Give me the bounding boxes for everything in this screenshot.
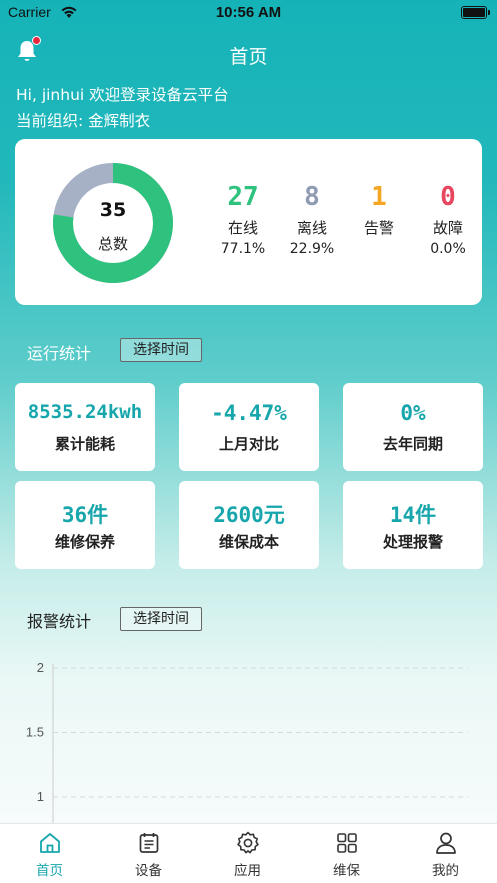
clock: 10:56 AM [215,4,282,21]
metric-card-year-compare[interactable]: 0% 去年同期 [343,383,483,471]
battery-icon [461,6,490,19]
stat-online[interactable]: 27 在线 77.1% [208,181,278,263]
tab-label: 首页 [36,863,63,879]
device-icon [139,833,158,853]
bottom-tab-bar: 首页 设备 应用 维保 我的 [0,823,497,883]
alarm-chart: 2 1.5 1 [0,650,497,825]
header: 首页 [0,36,497,72]
total-label: 总数 [97,235,128,253]
fault-count: 0 [440,182,456,212]
alarm-stats-select-time-button[interactable]: 选择时间 [120,607,202,631]
online-count: 27 [227,182,259,212]
metric-card-energy[interactable]: 8535.24kwh 累计能耗 [15,383,155,471]
metric-value: 14件 [389,503,437,527]
run-stats-title: 运行统计 [27,344,92,363]
welcome-text: Hi, jinhui 欢迎登录设备云平台 [16,86,229,104]
online-label: 在线 [227,219,258,237]
tab-label: 应用 [234,863,261,879]
alarm-count: 1 [371,182,387,212]
grid-icon [336,833,357,853]
metric-value: 8535.24kwh [27,401,143,423]
alarm-percent [344,241,414,263]
metric-value: 2600元 [213,503,285,527]
tab-label: 设备 [135,863,162,879]
alarm-label: 告警 [363,219,394,237]
page-title: 首页 [229,46,268,68]
tab-label: 我的 [432,863,459,879]
metric-card-maintenance-cost[interactable]: 2600元 维保成本 [179,481,319,569]
metric-label: 累计能耗 [54,435,115,453]
tab-maintenance[interactable]: 维保 [297,830,396,879]
stat-offline[interactable]: 8 离线 22.9% [277,181,347,263]
current-org: 当前组织: 金辉制衣 [16,112,151,130]
user-icon [435,832,456,854]
metric-card-maintenance[interactable]: 36件 维修保养 [15,481,155,569]
stat-fault[interactable]: 0 故障 0.0% [413,181,483,263]
alarm-stats-title: 报警统计 [27,612,92,631]
run-stats-select-time-button[interactable]: 选择时间 [120,338,202,362]
metric-label: 维保成本 [218,533,279,551]
metric-label: 维修保养 [54,533,115,551]
fault-percent: 0.0% [430,241,466,257]
device-donut-chart [53,163,173,283]
metric-label: 去年同期 [382,435,443,453]
status-bar: Carrier 10:56 AM [0,0,497,26]
metric-value: 36件 [61,503,109,527]
fault-label: 故障 [432,219,463,237]
total-count: 35 [99,199,127,221]
tab-label: 维保 [333,863,360,879]
greeting: Hi, jinhui 欢迎登录设备云平台 当前组织: 金辉制衣 [16,82,229,134]
device-summary-card: 35 总数 27 在线 77.1% 8 离线 22.9% 1 告警 0 故障 0… [15,139,482,305]
offline-percent: 22.9% [289,241,335,257]
metric-value: -4.47% [211,401,287,425]
metric-label: 上月对比 [218,435,279,453]
tab-home[interactable]: 首页 [0,830,99,879]
metric-value: 0% [400,401,426,425]
gear-icon [236,831,259,854]
metric-card-alarms-handled[interactable]: 14件 处理报警 [343,481,483,569]
stat-alarm[interactable]: 1 告警 [344,181,414,263]
tab-mine[interactable]: 我的 [396,830,495,879]
metric-card-month-compare[interactable]: -4.47% 上月对比 [179,383,319,471]
y-tick-label: 1 [37,789,44,804]
offline-label: 离线 [296,219,327,237]
online-percent: 77.1% [220,241,266,257]
tab-apps[interactable]: 应用 [198,830,297,879]
metric-label: 处理报警 [382,533,443,551]
tab-devices[interactable]: 设备 [99,830,198,879]
y-tick-label: 1.5 [26,725,44,740]
y-tick-label: 2 [37,660,44,675]
offline-count: 8 [304,182,320,212]
home-icon [39,833,60,853]
